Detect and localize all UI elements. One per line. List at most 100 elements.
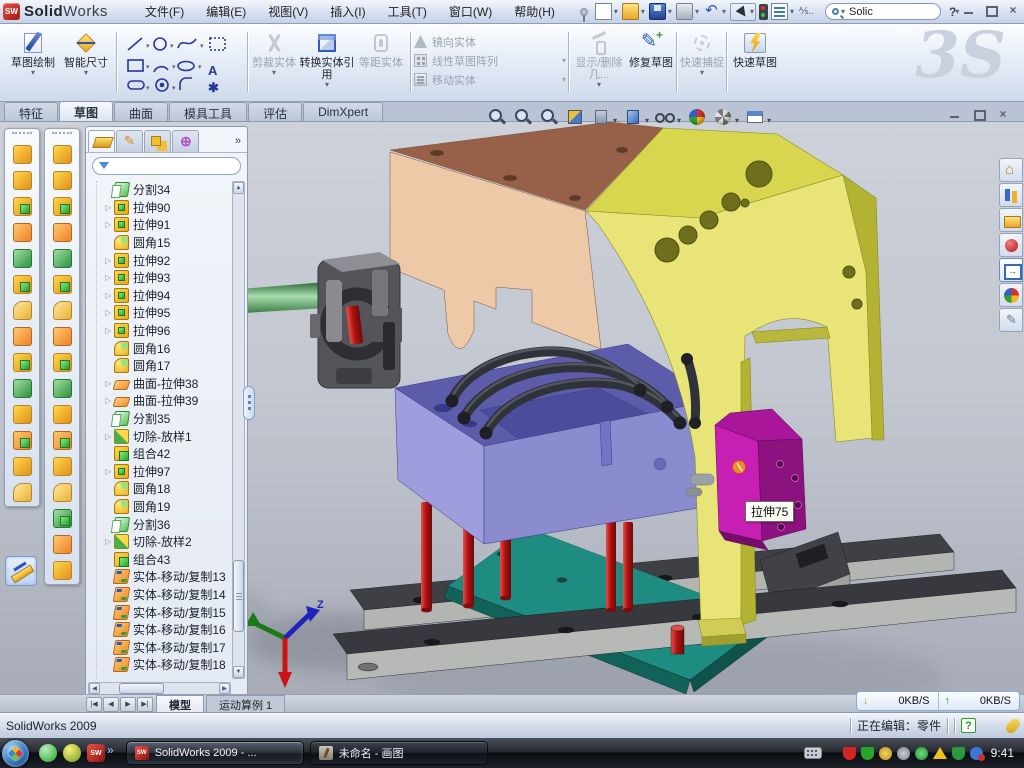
scroll-right-button[interactable]: ▶ (219, 683, 230, 694)
sketch-button[interactable]: 草图绘制 ▾ (8, 28, 58, 96)
instant3d-icon[interactable] (5, 556, 37, 586)
ribbon-tab[interactable]: DimXpert (303, 102, 383, 121)
tree-item[interactable]: 实体-移动/复制18 (105, 656, 231, 674)
print-icon[interactable] (676, 3, 693, 20)
scroll-left-button[interactable]: ◀ (89, 683, 100, 694)
tree-item[interactable]: ▷拉伸93 (105, 269, 231, 287)
tab-nav-button[interactable]: |◀ (86, 697, 102, 712)
model-tab[interactable]: 模型 (156, 695, 204, 712)
revolved-surface-icon[interactable] (53, 171, 72, 190)
tree-item[interactable]: ▷曲面-拉伸38 (105, 375, 231, 393)
tree-item[interactable]: ▷拉伸94 (105, 287, 231, 305)
open-icon[interactable] (622, 3, 639, 20)
tree-item[interactable]: 圆角18 (105, 480, 231, 498)
doc-minimize-button[interactable] (948, 108, 962, 120)
ribbon-tab[interactable]: 评估 (248, 102, 302, 121)
taskbar-task-solidworks[interactable]: SW SolidWorks 2009 - ... (126, 741, 304, 765)
draft-icon[interactable] (13, 379, 32, 398)
featuremanager-tree-tab[interactable] (88, 130, 115, 152)
h-scroll-thumb[interactable] (119, 683, 164, 694)
radiate-surface-icon[interactable] (53, 301, 72, 320)
tree-item[interactable]: 分割36 (105, 515, 231, 533)
view-settings-icon[interactable] (745, 107, 765, 127)
file-explorer-icon[interactable] (999, 208, 1023, 232)
tree-item[interactable]: 实体-移动/复制16 (105, 621, 231, 639)
rib-icon[interactable] (13, 353, 32, 372)
ribbon-tab[interactable]: 曲面 (114, 102, 168, 121)
tree-filter-box[interactable] (92, 157, 241, 175)
move-entities-button[interactable]: 移动实体 ▾ (414, 70, 566, 89)
extruded-cut-icon[interactable] (13, 275, 32, 294)
home-icon[interactable] (999, 158, 1023, 182)
zoom-to-area-icon[interactable] (513, 107, 533, 127)
sprue-rod-and-clamp[interactable] (224, 252, 402, 388)
certificate-icon[interactable] (879, 747, 892, 760)
view-orientation-icon[interactable] (623, 107, 643, 127)
antivirus-red-icon[interactable] (843, 747, 856, 760)
menu-item[interactable]: 工具(T) (377, 0, 438, 23)
ribbon-tab[interactable]: 模具工具 (169, 102, 247, 121)
solidworks-icon[interactable]: SW (87, 744, 105, 762)
quick-snaps-button[interactable]: 快速捕捉 ▾ (680, 28, 724, 96)
lofted-surface-icon[interactable] (53, 223, 72, 242)
delete-face-icon[interactable] (53, 483, 72, 502)
swept-surface-icon[interactable] (53, 197, 72, 216)
tree-item[interactable]: ▷切除-放样2 (105, 533, 231, 551)
menu-item[interactable]: 编辑(E) (195, 0, 257, 23)
tree-item[interactable]: ▷拉伸90 (105, 199, 231, 217)
tree-item[interactable]: ▷切除-放样1 (105, 427, 231, 445)
tab-nav-button[interactable]: ◀ (103, 697, 119, 712)
scroll-thumb[interactable] (233, 560, 244, 632)
model-tab[interactable]: 运动算例 1 (206, 695, 285, 712)
tree-item[interactable]: 分割35 (105, 410, 231, 428)
warning-icon[interactable] (933, 747, 947, 759)
new-document-icon[interactable] (595, 3, 612, 20)
restore-button[interactable] (984, 4, 998, 16)
tree-item[interactable]: ▷拉伸92 (105, 251, 231, 269)
tab-nav-button[interactable]: ▶ (120, 697, 136, 712)
zoom-fit-icon[interactable] (487, 107, 507, 127)
tree-item[interactable]: 实体-移动/复制13 (105, 568, 231, 586)
tree-item[interactable]: 分割34 (105, 181, 231, 199)
replace-face-icon[interactable] (53, 509, 72, 528)
offset-entities-button[interactable]: 等距实体 (358, 28, 404, 96)
close-button[interactable]: × (1006, 4, 1020, 16)
network-blue-icon[interactable] (970, 747, 983, 760)
lofted-boss-icon[interactable] (13, 249, 32, 268)
view-palette-icon[interactable] (999, 258, 1023, 282)
shield-green-icon[interactable] (861, 747, 874, 760)
search-input[interactable] (849, 6, 919, 18)
tree-filter-input[interactable] (113, 160, 255, 172)
display-style-icon[interactable] (591, 107, 611, 127)
display-delete-relations-button[interactable]: 显示/删除几... ▾ (572, 28, 626, 96)
quick-tips-icon[interactable]: ? (961, 718, 976, 733)
language-keyboard-icon[interactable] (804, 747, 822, 759)
design-library-icon[interactable] (999, 183, 1023, 207)
tree-item[interactable]: ▷拉伸95 (105, 304, 231, 322)
hole-wizard-icon[interactable] (13, 301, 32, 320)
extruded-surface-icon[interactable] (53, 145, 72, 164)
menu-item[interactable]: 插入(I) (319, 0, 376, 23)
trim-surface-icon[interactable] (53, 405, 72, 424)
taskbar-clock[interactable]: 9:41 (991, 746, 1014, 760)
sphere-icon[interactable] (63, 744, 81, 762)
fillet-icon[interactable] (13, 197, 32, 216)
rapid-sketch-button[interactable]: 快速草图 (730, 28, 780, 96)
options-checklist-icon[interactable] (771, 3, 788, 20)
tree-item[interactable]: ▷拉伸91 (105, 216, 231, 234)
menu-item[interactable]: 窗口(W) (438, 0, 503, 23)
smart-dimension-button[interactable]: 智能尺寸 ▾ (61, 28, 111, 96)
mold-block[interactable] (395, 344, 716, 544)
messenger-icon[interactable] (39, 744, 57, 762)
swept-boss-icon[interactable] (13, 223, 32, 242)
menu-item[interactable]: 视图(V) (257, 0, 319, 23)
appearances-icon[interactable] (999, 283, 1023, 307)
tree-item[interactable]: 组合43 (105, 550, 231, 568)
tree-vertical-scrollbar[interactable]: ▲ ▼ (232, 181, 245, 679)
sync-icon[interactable] (915, 747, 928, 760)
hide-show-items-icon[interactable] (655, 107, 675, 127)
repair-sketch-button[interactable]: 修复草图 (628, 28, 674, 96)
tree-item[interactable]: 组合42 (105, 445, 231, 463)
edit-appearance-icon[interactable] (687, 107, 707, 127)
tree-item[interactable]: ▷曲面-拉伸39 (105, 392, 231, 410)
